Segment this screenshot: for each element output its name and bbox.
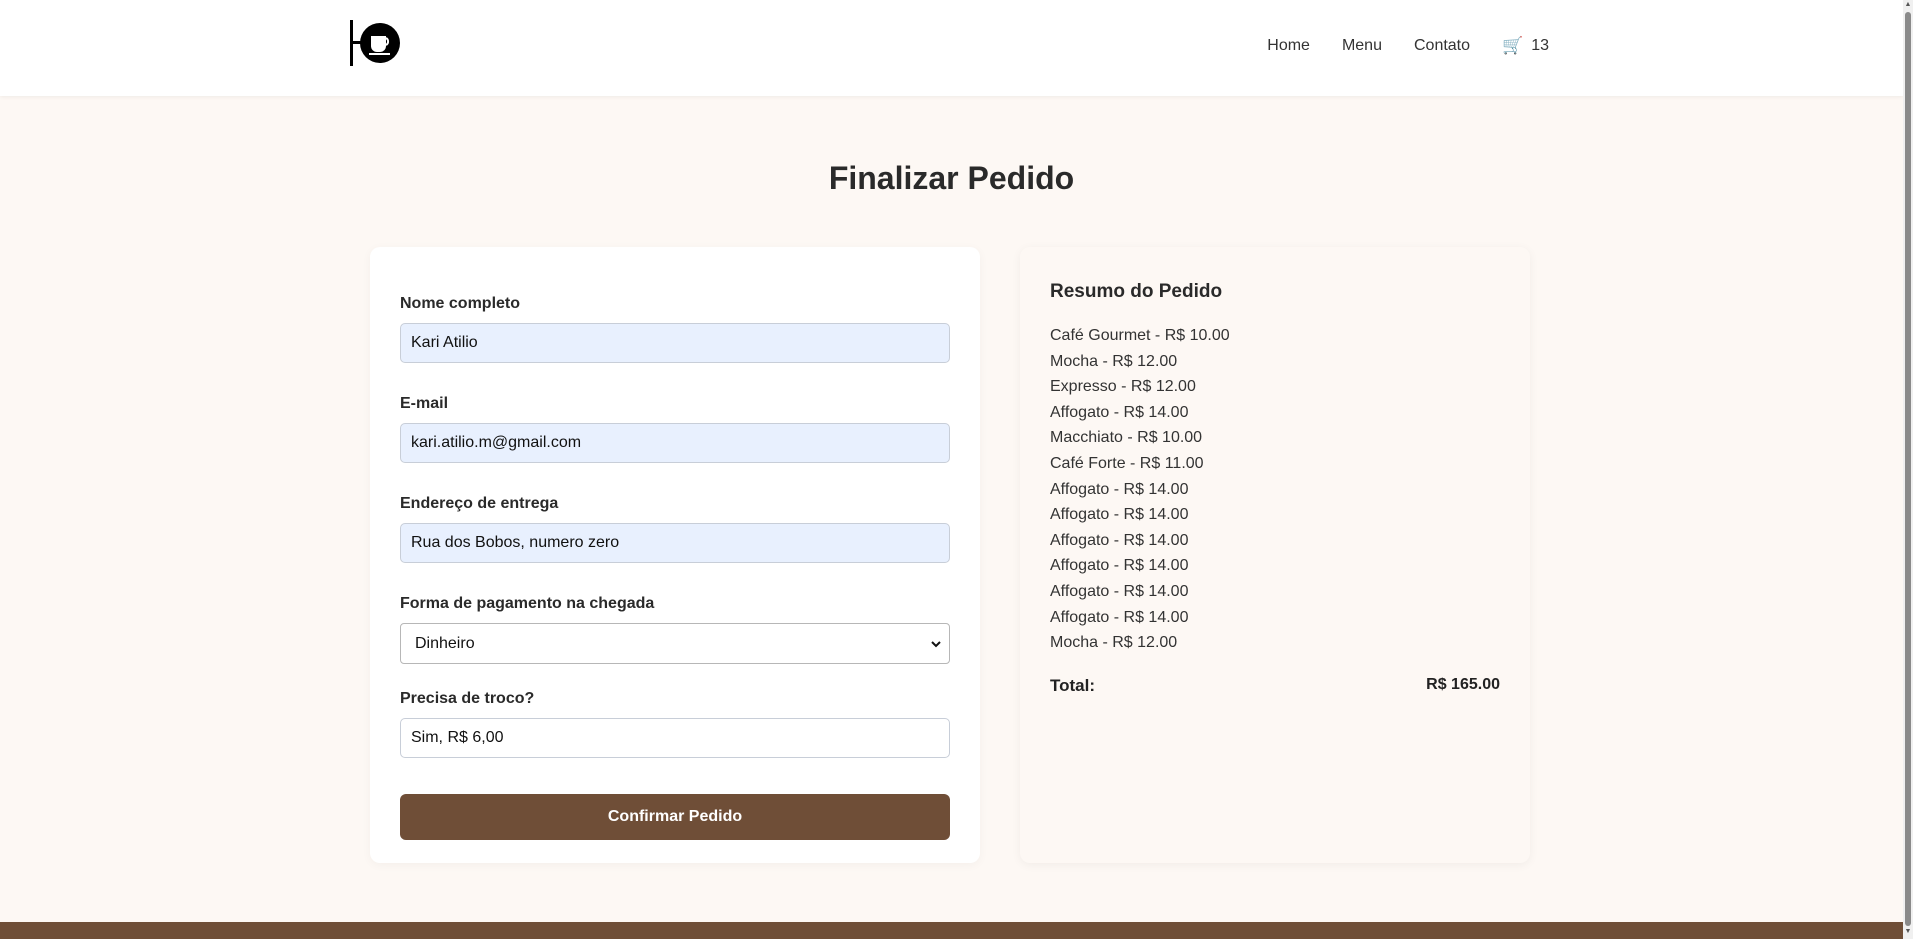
name-input[interactable] — [400, 323, 950, 363]
address-input[interactable] — [400, 523, 950, 563]
list-item: Affogato - R$ 14.00 — [1050, 506, 1189, 524]
cart-link[interactable]: 🛒 13 — [1502, 36, 1549, 56]
site-footer — [0, 922, 1903, 939]
nav-menu-link[interactable]: Menu — [1342, 37, 1382, 55]
chevron-down-icon — [931, 641, 941, 648]
list-item: Affogato - R$ 14.00 — [1050, 557, 1189, 575]
change-group: Precisa de troco? — [400, 690, 950, 758]
cart-icon: 🛒 — [1502, 36, 1524, 55]
payment-selected-value: Dinheiro — [415, 634, 475, 652]
address-group: Endereço de entrega — [400, 495, 950, 563]
email-input[interactable] — [400, 423, 950, 463]
checkout-form: Nome completo E-mail Endereço de entrega… — [370, 247, 980, 863]
list-item: Café Forte - R$ 11.00 — [1050, 454, 1204, 472]
change-input[interactable] — [400, 718, 950, 758]
nav-home-link[interactable]: Home — [1267, 37, 1310, 55]
order-summary: Resumo do Pedido Café Gourmet - R$ 10.00… — [1020, 247, 1530, 863]
email-group: E-mail — [400, 395, 950, 463]
list-item: Mocha - R$ 12.00 — [1050, 352, 1178, 370]
list-item: Affogato - R$ 14.00 — [1050, 531, 1189, 549]
address-label: Endereço de entrega — [400, 495, 559, 512]
scrollbar-thumb[interactable] — [1905, 12, 1911, 926]
payment-label: Forma de pagamento na chegada — [400, 595, 655, 612]
site-header: Home Menu Contato 🛒 13 — [0, 0, 1903, 96]
email-label: E-mail — [400, 395, 449, 412]
page-title: Finalizar Pedido — [828, 160, 1075, 196]
total-label: Total: — [1050, 675, 1096, 695]
summary-title: Resumo do Pedido — [1050, 281, 1223, 302]
scroll-up-arrow-icon[interactable]: ▲ — [1904, 1, 1912, 8]
payment-group: Forma de pagamento na chegada Dinheiro — [400, 595, 950, 664]
cart-count: 13 — [1531, 37, 1549, 54]
name-group: Nome completo — [400, 295, 950, 363]
list-item: Affogato - R$ 14.00 — [1050, 582, 1189, 600]
list-item: Affogato - R$ 14.00 — [1050, 480, 1189, 498]
list-item: Macchiato - R$ 10.00 — [1050, 429, 1203, 447]
summary-items-list: Café Gourmet - R$ 10.00 Mocha - R$ 12.00… — [1050, 323, 1500, 656]
payment-select[interactable]: Dinheiro — [400, 623, 950, 664]
list-item: Affogato - R$ 14.00 — [1050, 608, 1189, 626]
list-item: Affogato - R$ 14.00 — [1050, 403, 1189, 421]
list-item: Mocha - R$ 12.00 — [1050, 634, 1178, 652]
checkout-page: Home Menu Contato 🛒 13 Finalizar Pedido … — [0, 0, 1913, 939]
change-label: Precisa de troco? — [400, 690, 535, 707]
total-value: R$ 165.00 — [1426, 675, 1500, 693]
list-item: Café Gourmet - R$ 10.00 — [1050, 327, 1230, 344]
main-nav: Home Menu Contato 🛒 13 — [1235, 36, 1549, 56]
list-item: Expresso - R$ 12.00 — [1050, 378, 1196, 396]
scroll-down-arrow-icon[interactable]: ▼ — [1904, 928, 1912, 935]
coffee-sign-icon[interactable] — [348, 20, 402, 68]
confirm-order-button[interactable]: Confirmar Pedido — [400, 794, 950, 840]
nav-contato-link[interactable]: Contato — [1414, 37, 1470, 55]
name-label: Nome completo — [400, 295, 521, 312]
total-row: Total: R$ 165.00 — [1050, 676, 1500, 696]
